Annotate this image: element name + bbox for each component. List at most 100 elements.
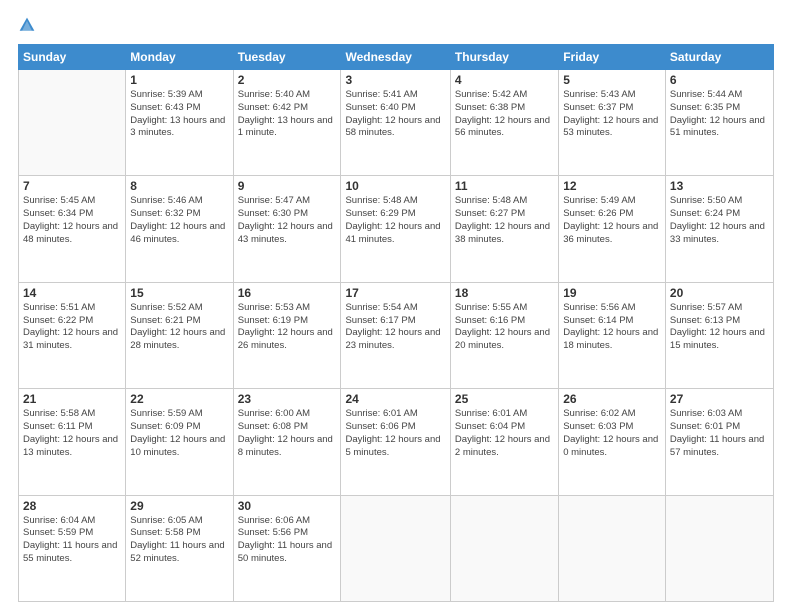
day-detail: Sunrise: 5:49 AMSunset: 6:26 PMDaylight:… bbox=[563, 195, 661, 246]
day-number: 7 bbox=[23, 179, 121, 193]
day-detail: Sunrise: 5:40 AMSunset: 6:42 PMDaylight:… bbox=[238, 89, 337, 140]
day-number: 26 bbox=[563, 392, 661, 406]
day-number: 11 bbox=[455, 179, 554, 193]
day-number: 30 bbox=[238, 499, 337, 513]
weekday-header: Thursday bbox=[450, 45, 558, 70]
day-detail: Sunrise: 5:53 AMSunset: 6:19 PMDaylight:… bbox=[238, 302, 337, 353]
day-number: 28 bbox=[23, 499, 121, 513]
day-number: 16 bbox=[238, 286, 337, 300]
calendar-cell: 4 Sunrise: 5:42 AMSunset: 6:38 PMDaylight… bbox=[450, 70, 558, 176]
day-number: 29 bbox=[130, 499, 228, 513]
weekday-header: Saturday bbox=[665, 45, 773, 70]
week-row: 1Sunrise: 5:39 AMSunset: 6:43 PMDaylight… bbox=[19, 70, 774, 176]
day-detail: Sunrise: 6:01 AMSunset: 6:06 PMDaylight:… bbox=[345, 408, 445, 459]
logo bbox=[18, 16, 40, 34]
calendar-cell: 7 Sunrise: 5:45 AMSunset: 6:34 PMDaylight… bbox=[19, 176, 126, 282]
day-detail: Sunrise: 5:41 AMSunset: 6:40 PMDaylight:… bbox=[345, 89, 445, 140]
calendar-cell: 26 Sunrise: 6:02 AMSunset: 6:03 PMDayligh… bbox=[559, 389, 666, 495]
day-detail: Sunrise: 6:06 AMSunset: 5:56 PMDaylight:… bbox=[238, 515, 337, 566]
calendar-cell: 18Sunrise: 5:55 AMSunset: 6:16 PMDayligh… bbox=[450, 282, 558, 388]
day-number: 21 bbox=[23, 392, 121, 406]
day-detail: Sunrise: 5:57 AMSunset: 6:13 PMDaylight:… bbox=[670, 302, 769, 353]
calendar-cell: 15Sunrise: 5:52 AMSunset: 6:21 PMDayligh… bbox=[126, 282, 233, 388]
day-number: 24 bbox=[345, 392, 445, 406]
day-detail: Sunrise: 5:48 AMSunset: 6:27 PMDaylight:… bbox=[455, 195, 554, 246]
calendar-table: SundayMondayTuesdayWednesdayThursdayFrid… bbox=[18, 44, 774, 602]
calendar-cell: 27Sunrise: 6:03 AMSunset: 6:01 PMDayligh… bbox=[665, 389, 773, 495]
day-detail: Sunrise: 5:51 AMSunset: 6:22 PMDaylight:… bbox=[23, 302, 121, 353]
calendar-cell: 12 Sunrise: 5:49 AMSunset: 6:26 PMDayligh… bbox=[559, 176, 666, 282]
calendar-cell bbox=[665, 495, 773, 601]
calendar-cell: 30 Sunrise: 6:06 AMSunset: 5:56 PMDayligh… bbox=[233, 495, 341, 601]
day-detail: Sunrise: 5:50 AMSunset: 6:24 PMDaylight:… bbox=[670, 195, 769, 246]
logo-icon bbox=[18, 16, 36, 34]
week-row: 14 Sunrise: 5:51 AMSunset: 6:22 PMDayligh… bbox=[19, 282, 774, 388]
day-detail: Sunrise: 5:58 AMSunset: 6:11 PMDaylight:… bbox=[23, 408, 121, 459]
calendar-cell: 11 Sunrise: 5:48 AMSunset: 6:27 PMDayligh… bbox=[450, 176, 558, 282]
day-number: 14 bbox=[23, 286, 121, 300]
day-number: 8 bbox=[130, 179, 228, 193]
day-detail: Sunrise: 5:48 AMSunset: 6:29 PMDaylight:… bbox=[345, 195, 445, 246]
day-number: 19 bbox=[563, 286, 661, 300]
day-number: 22 bbox=[130, 392, 228, 406]
day-number: 15 bbox=[130, 286, 228, 300]
day-detail: Sunrise: 5:43 AMSunset: 6:37 PMDaylight:… bbox=[563, 89, 661, 140]
day-detail: Sunrise: 6:00 AMSunset: 6:08 PMDaylight:… bbox=[238, 408, 337, 459]
calendar-cell bbox=[450, 495, 558, 601]
day-number: 23 bbox=[238, 392, 337, 406]
day-detail: Sunrise: 5:59 AMSunset: 6:09 PMDaylight:… bbox=[130, 408, 228, 459]
day-number: 9 bbox=[238, 179, 337, 193]
day-number: 4 bbox=[455, 73, 554, 87]
calendar-cell: 17Sunrise: 5:54 AMSunset: 6:17 PMDayligh… bbox=[341, 282, 450, 388]
calendar-cell: 10 Sunrise: 5:48 AMSunset: 6:29 PMDayligh… bbox=[341, 176, 450, 282]
day-detail: Sunrise: 5:46 AMSunset: 6:32 PMDaylight:… bbox=[130, 195, 228, 246]
weekday-header: Monday bbox=[126, 45, 233, 70]
day-detail: Sunrise: 6:01 AMSunset: 6:04 PMDaylight:… bbox=[455, 408, 554, 459]
header bbox=[18, 16, 774, 34]
day-number: 6 bbox=[670, 73, 769, 87]
calendar-cell bbox=[19, 70, 126, 176]
calendar-cell: 2 Sunrise: 5:40 AMSunset: 6:42 PMDaylight… bbox=[233, 70, 341, 176]
day-number: 25 bbox=[455, 392, 554, 406]
day-detail: Sunrise: 6:05 AMSunset: 5:58 PMDaylight:… bbox=[130, 515, 228, 566]
calendar-cell: 8 Sunrise: 5:46 AMSunset: 6:32 PMDaylight… bbox=[126, 176, 233, 282]
calendar-cell: 6Sunrise: 5:44 AMSunset: 6:35 PMDaylight… bbox=[665, 70, 773, 176]
weekday-header: Tuesday bbox=[233, 45, 341, 70]
calendar-cell: 1Sunrise: 5:39 AMSunset: 6:43 PMDaylight… bbox=[126, 70, 233, 176]
calendar-cell: 14 Sunrise: 5:51 AMSunset: 6:22 PMDayligh… bbox=[19, 282, 126, 388]
calendar-cell: 22 Sunrise: 5:59 AMSunset: 6:09 PMDayligh… bbox=[126, 389, 233, 495]
calendar-cell: 16 Sunrise: 5:53 AMSunset: 6:19 PMDayligh… bbox=[233, 282, 341, 388]
calendar-cell bbox=[559, 495, 666, 601]
day-detail: Sunrise: 6:02 AMSunset: 6:03 PMDaylight:… bbox=[563, 408, 661, 459]
calendar-cell: 9 Sunrise: 5:47 AMSunset: 6:30 PMDaylight… bbox=[233, 176, 341, 282]
day-detail: Sunrise: 5:54 AMSunset: 6:17 PMDaylight:… bbox=[345, 302, 445, 353]
calendar-cell: 21 Sunrise: 5:58 AMSunset: 6:11 PMDayligh… bbox=[19, 389, 126, 495]
week-row: 28 Sunrise: 6:04 AMSunset: 5:59 PMDayligh… bbox=[19, 495, 774, 601]
week-row: 7 Sunrise: 5:45 AMSunset: 6:34 PMDaylight… bbox=[19, 176, 774, 282]
day-detail: Sunrise: 6:03 AMSunset: 6:01 PMDaylight:… bbox=[670, 408, 769, 459]
calendar-cell: 23 Sunrise: 6:00 AMSunset: 6:08 PMDayligh… bbox=[233, 389, 341, 495]
page: SundayMondayTuesdayWednesdayThursdayFrid… bbox=[0, 0, 792, 612]
weekday-header: Wednesday bbox=[341, 45, 450, 70]
calendar-cell: 25 Sunrise: 6:01 AMSunset: 6:04 PMDayligh… bbox=[450, 389, 558, 495]
calendar-cell: 5Sunrise: 5:43 AMSunset: 6:37 PMDaylight… bbox=[559, 70, 666, 176]
day-number: 12 bbox=[563, 179, 661, 193]
calendar-header-row: SundayMondayTuesdayWednesdayThursdayFrid… bbox=[19, 45, 774, 70]
day-detail: Sunrise: 5:45 AMSunset: 6:34 PMDaylight:… bbox=[23, 195, 121, 246]
calendar-cell: 13 Sunrise: 5:50 AMSunset: 6:24 PMDayligh… bbox=[665, 176, 773, 282]
day-number: 13 bbox=[670, 179, 769, 193]
day-detail: Sunrise: 6:04 AMSunset: 5:59 PMDaylight:… bbox=[23, 515, 121, 566]
day-detail: Sunrise: 5:42 AMSunset: 6:38 PMDaylight:… bbox=[455, 89, 554, 140]
day-number: 2 bbox=[238, 73, 337, 87]
calendar-cell bbox=[341, 495, 450, 601]
calendar-body: 1Sunrise: 5:39 AMSunset: 6:43 PMDaylight… bbox=[19, 70, 774, 602]
weekday-header: Friday bbox=[559, 45, 666, 70]
calendar-cell: 29 Sunrise: 6:05 AMSunset: 5:58 PMDayligh… bbox=[126, 495, 233, 601]
day-detail: Sunrise: 5:47 AMSunset: 6:30 PMDaylight:… bbox=[238, 195, 337, 246]
day-number: 18 bbox=[455, 286, 554, 300]
day-detail: Sunrise: 5:56 AMSunset: 6:14 PMDaylight:… bbox=[563, 302, 661, 353]
calendar-cell: 20Sunrise: 5:57 AMSunset: 6:13 PMDayligh… bbox=[665, 282, 773, 388]
week-row: 21 Sunrise: 5:58 AMSunset: 6:11 PMDayligh… bbox=[19, 389, 774, 495]
day-number: 10 bbox=[345, 179, 445, 193]
day-detail: Sunrise: 5:39 AMSunset: 6:43 PMDaylight:… bbox=[130, 89, 228, 140]
